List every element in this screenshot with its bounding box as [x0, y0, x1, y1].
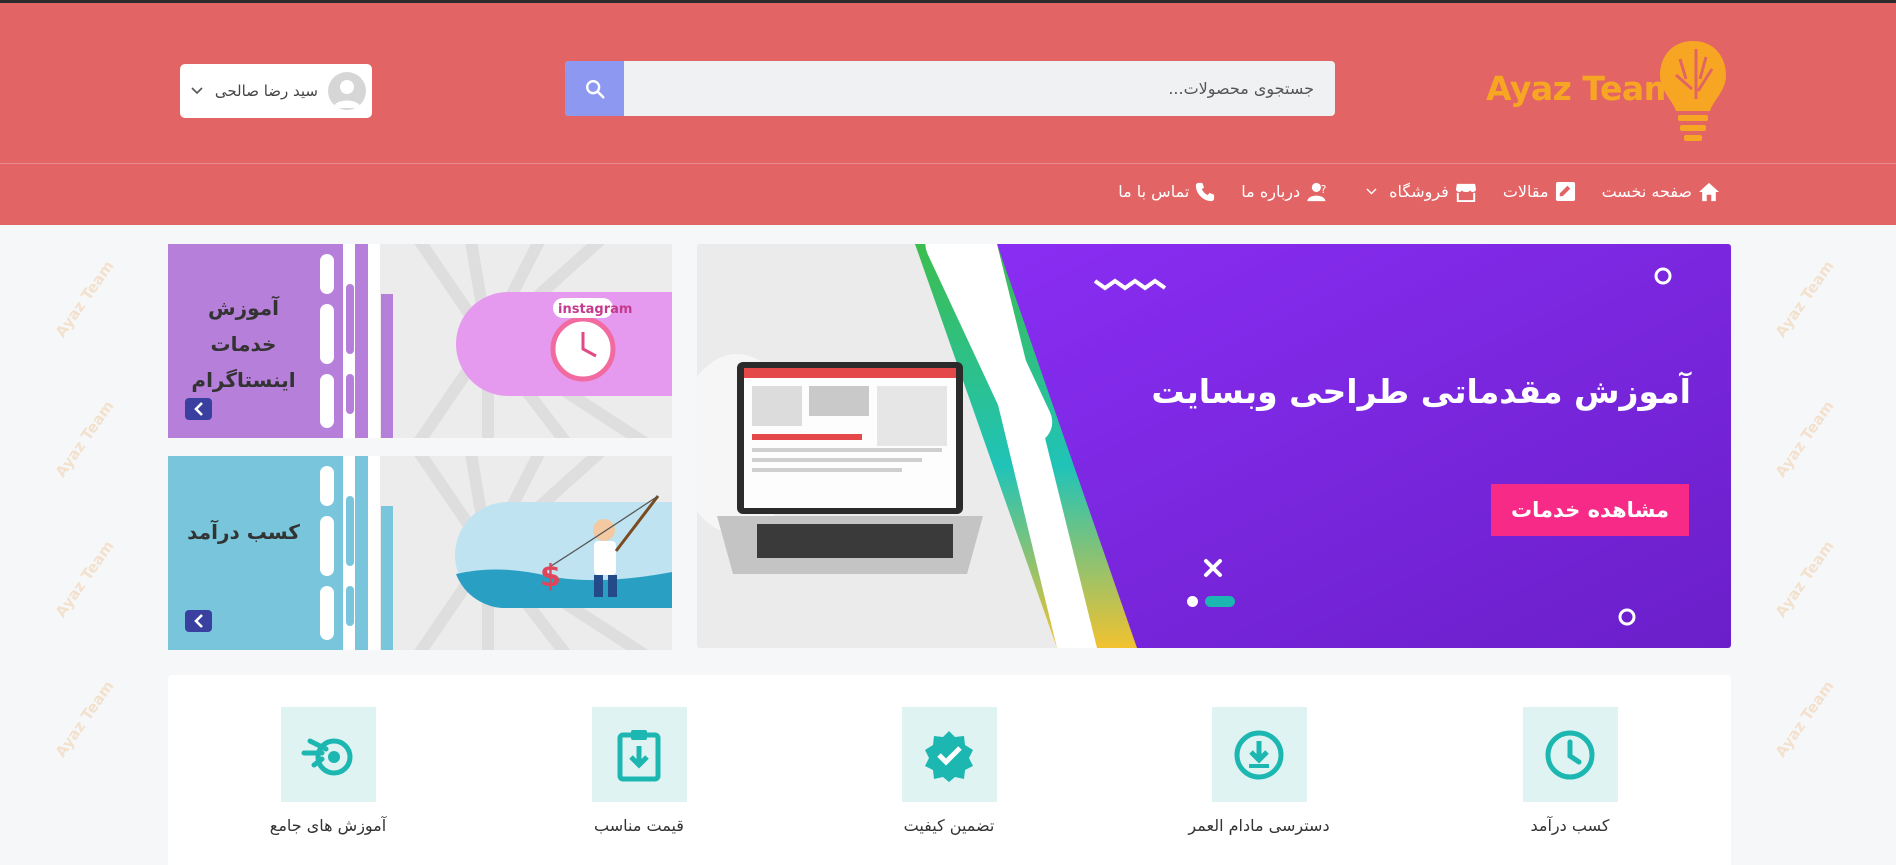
- feature-icon-box: [1522, 707, 1618, 802]
- feature-label: قیمت مناسب: [594, 816, 684, 835]
- nav-item-home[interactable]: صفحه نخست: [1602, 182, 1720, 202]
- logo-text: Ayaz Team: [1486, 69, 1678, 108]
- feature-quality[interactable]: تضمین کیفیت: [849, 707, 1049, 835]
- nav-item-about[interactable]: ? درباره ما: [1241, 182, 1334, 202]
- feature-icon-box: [591, 707, 687, 802]
- feature-lifetime-access[interactable]: دسترسی مادام العمر: [1159, 707, 1359, 835]
- blender-icon: [301, 738, 353, 775]
- nav-item-contact[interactable]: تماس با ما: [1118, 182, 1215, 202]
- nav-label: درباره ما: [1241, 182, 1301, 201]
- clipboard-download-icon: [617, 729, 661, 781]
- nav-label: تماس با ما: [1118, 182, 1190, 201]
- view-services-button[interactable]: مشاهده خدمات: [1491, 484, 1689, 536]
- svg-text:$: $: [540, 559, 561, 594]
- chevron-down-icon: [191, 87, 203, 95]
- hero-slider[interactable]: آموزش مقدماتی طراحی وبسایت مشاهده خدمات: [697, 244, 1731, 648]
- feature-label: تضمین کیفیت: [903, 816, 995, 835]
- verified-badge-icon: [925, 730, 973, 782]
- side-banner-title: آموزش خدمات اینستاگرام: [191, 296, 296, 392]
- feature-price[interactable]: قیمت مناسب: [539, 707, 739, 835]
- article-edit-icon: [1555, 181, 1575, 202]
- nav-item-articles[interactable]: مقالات: [1503, 181, 1576, 202]
- user-question-icon: ?: [1307, 182, 1327, 201]
- slider-dot-2[interactable]: [1205, 596, 1235, 607]
- chevron-left-icon[interactable]: [185, 610, 212, 632]
- main-nav: صفحه نخست مقالات فروشگاه ? درباره ما تما…: [1092, 181, 1720, 202]
- lightbulb-logo-icon: [1660, 41, 1726, 141]
- svg-text:instagram: instagram: [558, 302, 632, 317]
- side-banner-instagram[interactable]: instagram آموزش خدمات اینستاگرام: [168, 244, 672, 438]
- chevron-left-icon[interactable]: [185, 398, 212, 420]
- download-circle-icon: [1234, 730, 1284, 779]
- search-bar: [565, 61, 1335, 116]
- feature-icon-box: [1211, 707, 1307, 802]
- slider-dot-1[interactable]: [1187, 596, 1198, 607]
- header-divider: [0, 163, 1896, 164]
- home-icon: [1699, 182, 1719, 201]
- phone-icon: [1196, 182, 1215, 201]
- avatar-placeholder-icon: [328, 72, 366, 110]
- hero-background-art: [697, 244, 1731, 648]
- feature-label: آموزش های جامع: [269, 816, 387, 835]
- side-banner-income[interactable]: $ کسب درآمد: [168, 456, 672, 650]
- clock-icon: [1545, 730, 1595, 779]
- features-section: کسب درآمد دسترسی مادام العمر تضمین کیفیت…: [168, 675, 1731, 865]
- feature-comprehensive[interactable]: آموزش های جامع: [228, 707, 428, 835]
- feature-label: کسب درآمد: [1530, 816, 1610, 835]
- search-icon: [585, 79, 605, 99]
- slider-dots: [1187, 596, 1242, 607]
- feature-label: دسترسی مادام العمر: [1188, 816, 1330, 835]
- site-header: Ayaz Team سید رضا صالحی صفحه نخست: [0, 3, 1896, 225]
- chevron-down-icon: [1360, 188, 1377, 195]
- nav-label: صفحه نخست: [1601, 182, 1692, 201]
- search-button[interactable]: [565, 61, 624, 116]
- search-input[interactable]: [624, 61, 1326, 116]
- user-name: سید رضا صالحی: [214, 82, 318, 100]
- feature-icon-box: [280, 707, 376, 802]
- nav-label: مقالات: [1502, 182, 1549, 201]
- feature-icon-box: [901, 707, 997, 802]
- feature-income[interactable]: کسب درآمد: [1470, 707, 1670, 835]
- nav-label: فروشگاه: [1389, 182, 1449, 201]
- user-menu[interactable]: سید رضا صالحی: [180, 64, 372, 118]
- store-icon: [1455, 183, 1476, 202]
- site-logo[interactable]: Ayaz Team: [1486, 39, 1730, 143]
- side-banner-title: کسب درآمد: [187, 520, 300, 544]
- svg-text:?: ?: [1321, 182, 1327, 195]
- nav-item-shop[interactable]: فروشگاه: [1360, 182, 1477, 202]
- hero-title: آموزش مقدماتی طراحی وبسایت: [1151, 372, 1691, 411]
- income-banner-art: $: [168, 456, 672, 650]
